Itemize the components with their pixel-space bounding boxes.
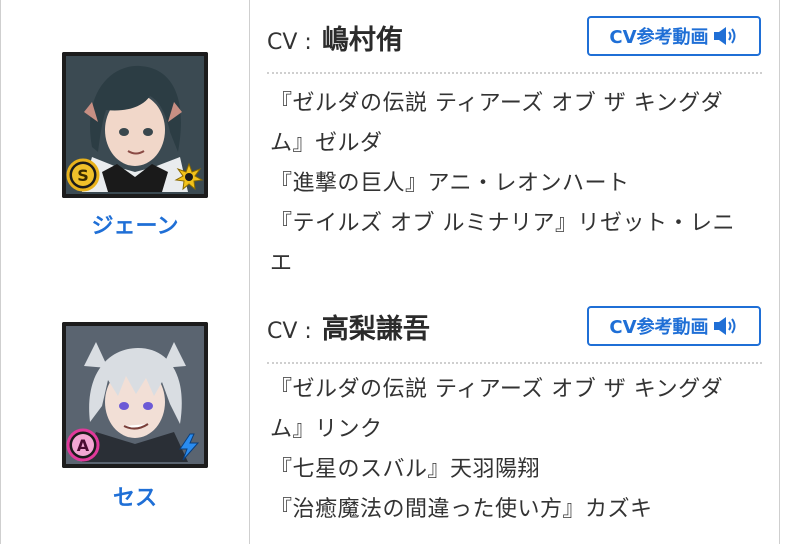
character-name[interactable]: ジェーン [0,208,270,240]
cv-actor-name: 高梨謙吾 [321,314,430,345]
role-item: 『進撃の巨人』アニ・レオンハート [270,171,630,196]
speaker-icon [713,26,739,46]
character-cell: S ジェーン [0,0,249,290]
sun-burst-icon [174,162,204,192]
character-portrait-seth[interactable]: A [62,322,208,468]
rank-badge-a-icon: A [66,428,100,462]
cv-button-label: CV参考動画 [609,27,709,48]
character-name[interactable]: セス [0,480,270,512]
svg-text:A: A [77,436,90,455]
role-item: 『テイルズ オブ ルミナリア』リゼット・レニ [270,211,735,236]
svg-text:S: S [77,166,89,185]
rank-badge-s-icon: S [66,158,100,192]
role-item: 『ゼルダの伝説 ティアーズ オブ ザ キングダ [270,377,724,402]
character-portrait-jane[interactable]: S [62,52,208,198]
table-row: A セス CV : 高梨謙吾 CV参考動画 『ゼルダの伝説 ティアーズ オブ ザ… [0,290,800,544]
voice-actor-table: S ジェーン CV : 嶋村侑 CV参考動画 『ゼルダの伝説 ティアーズ オブ … [0,0,800,544]
speaker-icon [713,316,739,336]
cv-sample-video-button[interactable]: CV参考動画 [587,306,761,346]
dotted-divider [267,72,762,74]
cv-prefix: CV : [267,30,312,55]
voice-info-cell: CV : 高梨謙吾 CV参考動画 『ゼルダの伝説 ティアーズ オブ ザ キングダ [250,290,780,544]
role-item: エ [270,251,293,276]
role-list: 『ゼルダの伝説 ティアーズ オブ ザ キングダ ム』ゼルダ 『進撃の巨人』アニ・… [270,84,750,284]
cv-button-label: CV参考動画 [609,317,709,338]
character-cell: A セス [0,290,249,544]
dotted-divider [267,362,762,364]
table-row: S ジェーン CV : 嶋村侑 CV参考動画 『ゼルダの伝説 ティアーズ オブ … [0,0,800,290]
cv-sample-video-button[interactable]: CV参考動画 [587,16,761,56]
role-item: 『ゼルダの伝説 ティアーズ オブ ザ キングダ [270,91,724,116]
cv-prefix: CV : [267,319,312,344]
role-item: ム』ゼルダ [270,131,383,156]
voice-info-cell: CV : 嶋村侑 CV参考動画 『ゼルダの伝説 ティアーズ オブ ザ キングダ … [250,0,780,290]
role-item: 『七星のスバル』天羽陽翔 [270,457,541,482]
lightning-icon [174,432,204,462]
cv-actor-name: 嶋村侑 [321,25,403,56]
role-item: ム』リンク [270,417,383,442]
cv-line: CV : 高梨謙吾 [267,307,430,347]
role-item: 『治癒魔法の間違った使い方』カズキ [270,497,653,522]
role-list: 『ゼルダの伝説 ティアーズ オブ ザ キングダ ム』リンク 『七星のスバル』天羽… [270,370,750,530]
cv-line: CV : 嶋村侑 [267,18,403,58]
